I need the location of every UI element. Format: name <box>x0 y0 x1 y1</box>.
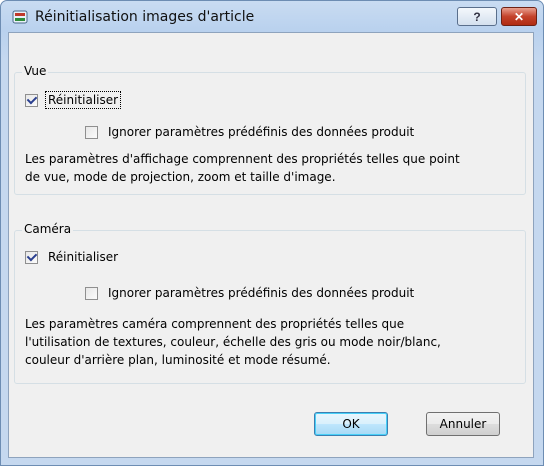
vue-ignore-checkbox-box[interactable] <box>85 125 98 139</box>
camera-description: Les paramètres caméra comprennent des pr… <box>25 315 515 369</box>
vue-reset-checkbox-box[interactable] <box>25 93 38 107</box>
vue-group: Vue Réinitialiser Ignorer paramètres pré… <box>14 64 526 195</box>
camera-reset-checkbox-box[interactable] <box>25 250 38 264</box>
vue-description-line: de vue, mode de projection, zoom et tail… <box>25 170 336 184</box>
vue-reset-checkbox[interactable]: Réinitialiser <box>25 91 122 109</box>
help-button[interactable]: ? <box>457 7 497 26</box>
window-title: Réinitialisation images d'article <box>35 9 255 25</box>
camera-group: Caméra Réinitialiser Ignorer paramètres … <box>14 222 526 384</box>
vue-reset-label[interactable]: Réinitialiser <box>44 91 122 109</box>
title-bar[interactable]: Réinitialisation images d'article ? ✕ <box>1 1 543 33</box>
ok-button[interactable]: OK <box>314 412 388 436</box>
vue-description-line: Les paramètres d'affichage comprennent d… <box>25 152 460 166</box>
vue-description: Les paramètres d'affichage comprennent d… <box>25 150 515 186</box>
camera-reset-checkbox[interactable]: Réinitialiser <box>25 249 120 265</box>
camera-ignore-checkbox[interactable]: Ignorer paramètres prédéfinis des donnée… <box>85 285 416 301</box>
vue-group-legend: Vue <box>22 64 49 78</box>
app-icon <box>12 10 28 24</box>
camera-ignore-label[interactable]: Ignorer paramètres prédéfinis des donnée… <box>106 285 416 301</box>
camera-description-line: l'utilisation de textures, couleur, éche… <box>25 335 441 349</box>
cancel-button[interactable]: Annuler <box>426 412 500 436</box>
vue-ignore-label[interactable]: Ignorer paramètres prédéfinis des donnée… <box>106 124 416 140</box>
camera-reset-label[interactable]: Réinitialiser <box>46 249 120 265</box>
close-button[interactable]: ✕ <box>501 7 537 26</box>
camera-description-line: couleur d'arrière plan, luminosité et mo… <box>25 353 331 367</box>
camera-description-line: Les paramètres caméra comprennent des pr… <box>25 317 405 331</box>
camera-group-legend: Caméra <box>22 222 74 236</box>
camera-ignore-checkbox-box[interactable] <box>85 286 98 300</box>
vue-ignore-checkbox[interactable]: Ignorer paramètres prédéfinis des donnée… <box>85 124 416 140</box>
